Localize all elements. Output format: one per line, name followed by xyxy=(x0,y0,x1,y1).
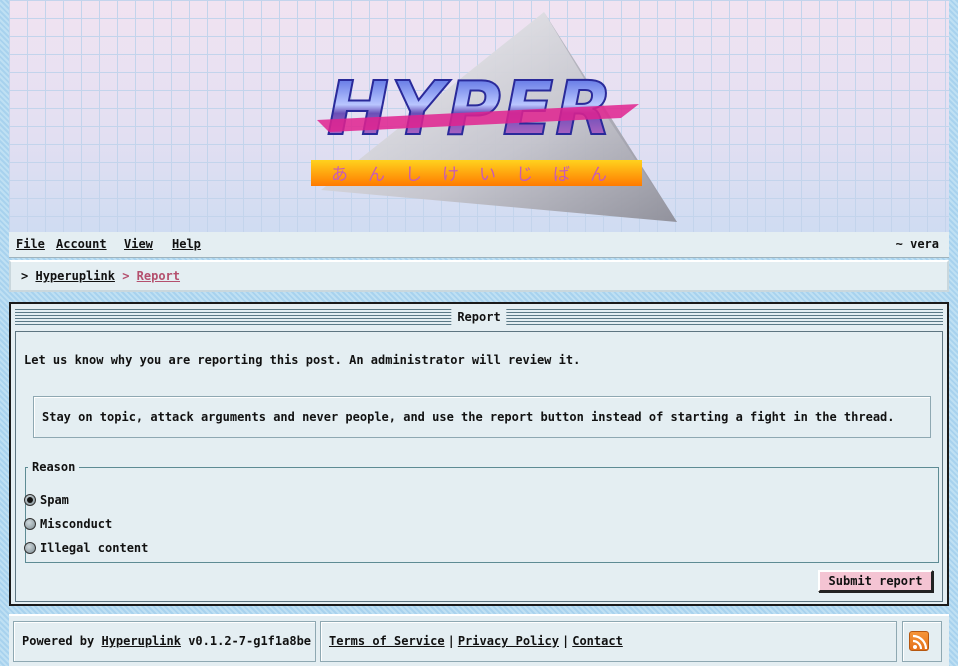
privacy-policy-link[interactable]: Privacy Policy xyxy=(458,634,559,648)
rss-feed-icon[interactable] xyxy=(909,631,929,651)
site-banner: HYPER あんしけいじばん xyxy=(9,0,949,232)
menu-help[interactable]: Help xyxy=(172,237,201,251)
panel-title: Report xyxy=(451,309,507,327)
breadcrumb-home-link[interactable]: Hyperuplink xyxy=(35,269,114,283)
reason-legend: Reason xyxy=(32,460,76,474)
logo-subtitle: あんしけいじばん xyxy=(331,165,627,185)
powered-by-box: Powered by Hyperuplink v0.1.2-7-g1f1a8be xyxy=(13,621,316,662)
report-form: Let us know why you are reporting this p… xyxy=(15,331,943,602)
footer: Powered by Hyperuplink v0.1.2-7-g1f1a8be… xyxy=(9,614,949,666)
reason-fieldset: Reason Spam Misconduct Illegal content xyxy=(24,460,939,563)
rss-box xyxy=(902,621,942,662)
breadcrumb-separator: > xyxy=(122,269,130,283)
radio-unselected-icon[interactable] xyxy=(24,518,36,530)
reason-option-illegal-content[interactable]: Illegal content xyxy=(24,541,148,557)
report-panel: Report Let us know why you are reporting… xyxy=(9,302,949,606)
menu-bar: File Account View Help ~ vera xyxy=(9,232,949,258)
powered-by-label: Powered by xyxy=(22,634,95,648)
contact-link[interactable]: Contact xyxy=(572,634,623,648)
powered-by-link[interactable]: Hyperuplink xyxy=(101,634,180,648)
terms-of-service-link[interactable]: Terms of Service xyxy=(329,634,445,648)
breadcrumb-separator: > xyxy=(21,269,29,283)
submit-report-button[interactable]: Submit report xyxy=(818,570,933,592)
reason-option-misconduct[interactable]: Misconduct xyxy=(24,517,112,533)
reason-option-spam[interactable]: Spam xyxy=(24,493,69,509)
link-separator: | xyxy=(447,634,455,648)
forum-rules-notice: Stay on topic, attack arguments and neve… xyxy=(33,396,931,438)
breadcrumb: > Hyperuplink > Report xyxy=(21,269,180,283)
menu-account[interactable]: Account xyxy=(56,237,107,251)
hyper-logo: HYPER あんしけいじばん xyxy=(311,12,677,222)
current-user[interactable]: ~ vera xyxy=(896,237,939,251)
breadcrumb-bar: > Hyperuplink > Report xyxy=(9,260,949,292)
menu-file[interactable]: File xyxy=(16,237,45,251)
report-intro-text: Let us know why you are reporting this p… xyxy=(24,353,581,367)
breadcrumb-current-link[interactable]: Report xyxy=(137,269,180,283)
radio-selected-icon[interactable] xyxy=(24,494,36,506)
panel-title-bar: Report xyxy=(15,309,943,327)
menu-view[interactable]: View xyxy=(124,237,153,251)
link-separator: | xyxy=(561,634,570,648)
footer-links-box: Terms of Service | Privacy Policy | Contact xyxy=(320,621,897,662)
version-text: v0.1.2-7-g1f1a8be xyxy=(188,634,312,648)
radio-unselected-icon[interactable] xyxy=(24,542,36,554)
